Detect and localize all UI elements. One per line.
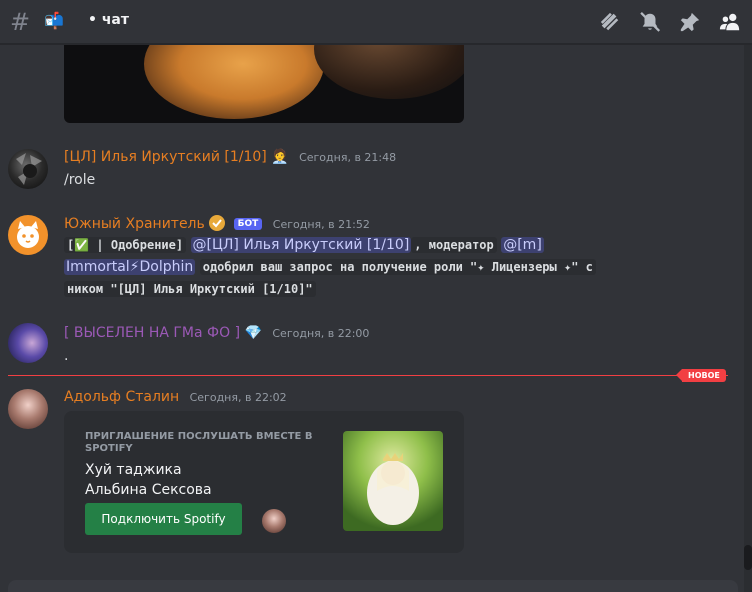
timestamp: Сегодня, в 21:52: [272, 218, 370, 231]
channel-name: • чат: [88, 12, 129, 28]
user-mention[interactable]: @[ЦЛ] Илья Иркутский [1/10]: [190, 237, 412, 253]
bot-avatar[interactable]: [8, 215, 48, 255]
avatar[interactable]: [8, 149, 48, 189]
message-text: [✅ | Одобрение] @[ЦЛ] Илья Иркутский [1/…: [64, 234, 684, 300]
spotify-artist: Альбина Сексова: [85, 482, 212, 498]
scrollbar[interactable]: [744, 45, 752, 592]
role-badge-icon: 🧑‍💼: [271, 149, 289, 165]
spotify-invite-label: ПРИГЛАШЕНИЕ ПОСЛУШАТЬ ВМЕСТЕ В SPOTIFY: [85, 431, 313, 454]
avatar[interactable]: [8, 389, 48, 429]
verified-icon: [209, 215, 226, 231]
album-art: [343, 431, 443, 531]
message-header: [ЦЛ] Илья Иркутский [1/10] 🧑‍💼 Сегодня, …: [64, 149, 396, 165]
scrollbar-thumb[interactable]: [744, 545, 752, 570]
spotify-track-title: Хуй таджика: [85, 462, 182, 478]
username[interactable]: Южный Хранитель: [64, 216, 205, 232]
message-header: [ ВЫСЕЛЕН НА ГМа ФО ] 💎 Сегодня, в 22:00: [64, 325, 369, 341]
spotify-invite-card: ПРИГЛАШЕНИЕ ПОСЛУШАТЬ ВМЕСТЕ В SPOTIFY Х…: [64, 411, 464, 553]
username[interactable]: Адольф Сталин: [64, 389, 179, 405]
message: [ЦЛ] Илья Иркутский [1/10] 🧑‍💼 Сегодня, …: [0, 145, 740, 195]
avatar[interactable]: [8, 323, 48, 363]
gem-icon: 💎: [244, 325, 262, 341]
connect-spotify-button[interactable]: Подключить Spotify: [85, 503, 242, 535]
new-messages-divider: [8, 375, 728, 376]
video-attachment[interactable]: [64, 45, 464, 123]
message-header: Адольф Сталин Сегодня, в 22:02: [64, 389, 287, 405]
username[interactable]: [ ВЫСЕЛЕН НА ГМа ФО ]: [64, 325, 240, 341]
members-icon[interactable]: [716, 8, 744, 36]
message: Южный Хранитель БОТ Сегодня, в 21:52 [✅ …: [0, 211, 740, 301]
user-mention[interactable]: @[m]: [501, 237, 544, 253]
code-segment: ником "[ЦЛ] Илья Иркутский [1/10]": [64, 281, 316, 297]
threads-icon[interactable]: [596, 8, 624, 36]
channel-header: # 📬 • чат: [0, 0, 752, 44]
timestamp: Сегодня, в 22:00: [272, 327, 370, 340]
pin-icon[interactable]: [676, 8, 704, 36]
code-segment: одобрил ваш запрос на получение роли "✦ …: [199, 259, 596, 275]
message-text: .: [64, 348, 69, 364]
timestamp: Сегодня, в 21:48: [299, 151, 397, 164]
new-badge: НОВОЕ: [676, 369, 726, 382]
code-segment: [✅ | Одобрение]: [64, 237, 187, 253]
hash-icon: #: [10, 8, 31, 36]
code-segment: , модератор: [411, 237, 497, 253]
user-mention[interactable]: Immortal⚡Dolphin: [64, 259, 196, 275]
message-input-bar[interactable]: [8, 580, 738, 592]
message-text: /role: [64, 172, 96, 188]
timestamp: Сегодня, в 22:02: [189, 391, 287, 404]
mute-icon[interactable]: [636, 8, 664, 36]
message-header: Южный Хранитель БОТ Сегодня, в 21:52: [64, 215, 370, 232]
message-list: [ЦЛ] Илья Иркутский [1/10] 🧑‍💼 Сегодня, …: [0, 45, 752, 592]
bot-tag: БОТ: [233, 218, 263, 230]
message: [ ВЫСЕЛЕН НА ГМа ФО ] 💎 Сегодня, в 22:00…: [0, 319, 740, 369]
username[interactable]: [ЦЛ] Илья Иркутский [1/10]: [64, 149, 267, 165]
channel-emoji: 📬: [44, 11, 64, 30]
listener-avatar: [262, 509, 286, 533]
